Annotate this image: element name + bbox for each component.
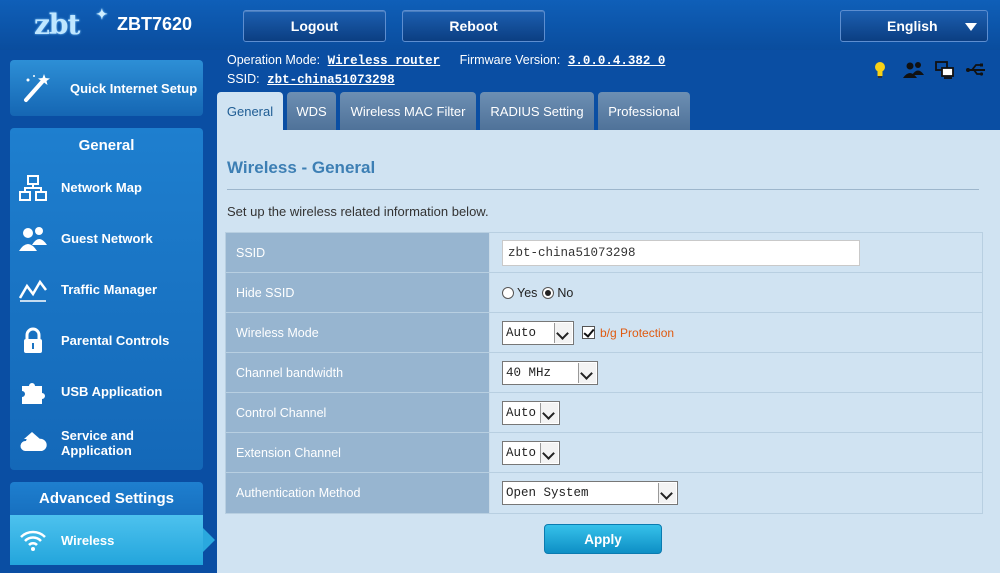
usb-icon[interactable] — [965, 60, 987, 80]
sidebar-item-label: Quick Internet Setup — [70, 80, 198, 96]
operation-mode-label: Operation Mode: — [227, 53, 321, 67]
network-map-icon — [18, 174, 48, 202]
chevron-down-icon — [540, 442, 558, 463]
wireless-mode-value: Auto — [506, 325, 537, 340]
bg-protection-label: b/g Protection — [600, 325, 675, 340]
control-channel-label: Control Channel — [226, 393, 490, 432]
tab-general[interactable]: General — [217, 92, 283, 130]
authentication-method-label: Authentication Method — [226, 473, 490, 513]
form-row-hide-ssid: Hide SSID Yes No — [226, 273, 982, 313]
lock-icon — [18, 327, 48, 355]
form-row-wireless-mode: Wireless Mode Auto b/g Protection — [226, 313, 982, 353]
tab-professional[interactable]: Professional — [598, 92, 690, 130]
hide-ssid-label: Hide SSID — [226, 273, 490, 312]
tab-radius-setting[interactable]: RADIUS Setting — [480, 92, 594, 130]
form-row-ssid: SSID zbt-china51073298 — [226, 233, 982, 273]
sidebar-item-network-map[interactable]: Network Map — [10, 162, 203, 213]
operation-mode-link[interactable]: Wireless router — [328, 54, 441, 68]
main-content: Wireless - General Set up the wireless r… — [217, 130, 1000, 573]
wifi-icon — [18, 526, 48, 554]
wireless-mode-label: Wireless Mode — [226, 313, 490, 352]
top-header: zbt ✦ ZBT7620 Logout Reboot English — [0, 0, 1000, 50]
firmware-version-link[interactable]: 3.0.0.4.382_0 — [568, 54, 666, 68]
hide-ssid-no-label: No — [557, 285, 574, 300]
sidebar-item-label: Guest Network — [61, 231, 153, 246]
sidebar-item-label: Wireless — [61, 532, 115, 548]
sidebar-item-quick-internet-setup[interactable]: Quick Internet Setup — [10, 60, 203, 116]
sidebar-group-general: General Network Map Guest Network Traffi… — [10, 128, 203, 470]
control-channel-select[interactable]: Auto — [502, 400, 560, 425]
star-icon: ✦ — [96, 7, 108, 23]
page-description: Set up the wireless related information … — [227, 204, 489, 219]
sidebar-group-title: General — [78, 137, 135, 154]
authentication-method-value: Open System — [506, 486, 589, 500]
sidebar-item-usb-application[interactable]: USB Application — [10, 366, 203, 417]
sidebar-item-traffic-manager[interactable]: Traffic Manager — [10, 264, 203, 315]
extension-channel-value: Auto — [506, 445, 537, 460]
guest-network-icon — [18, 225, 48, 253]
channel-bandwidth-select[interactable]: 40 MHz — [502, 360, 598, 385]
sidebar-item-label: Parental Controls — [61, 333, 170, 348]
traffic-manager-icon — [18, 276, 48, 304]
status-info-bar: Operation Mode: Wireless router Firmware… — [227, 52, 665, 90]
users-icon[interactable] — [903, 60, 925, 80]
language-label: English — [887, 18, 938, 34]
sidebar: Quick Internet Setup General Network Map — [0, 50, 216, 573]
chevron-down-icon — [578, 362, 596, 383]
form-row-control-channel: Control Channel Auto — [226, 393, 982, 433]
sidebar-item-label: Traffic Manager — [61, 282, 158, 297]
divider — [227, 189, 979, 190]
channel-bandwidth-value: 40 MHz — [506, 365, 552, 380]
sidebar-item-label: Service and Application — [61, 427, 134, 458]
reboot-button[interactable]: Reboot — [402, 10, 545, 42]
form-row-authentication-method: Authentication Method Open System — [226, 473, 982, 513]
brand-logo: zbt ✦ — [34, 7, 108, 42]
chevron-down-icon — [540, 402, 558, 423]
chevron-down-icon — [554, 322, 572, 343]
magic-wand-icon — [20, 72, 52, 104]
ssid-link[interactable]: zbt-china51073298 — [267, 73, 395, 87]
form-row-channel-bandwidth: Channel bandwidth 40 MHz — [226, 353, 982, 393]
wireless-settings-form: SSID zbt-china51073298 Hide SSID Yes No … — [225, 232, 983, 514]
sidebar-item-label: USB Application — [61, 384, 163, 399]
sidebar-item-service-and-application[interactable]: Service and Application — [10, 417, 203, 468]
network-icon[interactable] — [934, 60, 956, 80]
channel-bandwidth-label: Channel bandwidth — [226, 353, 490, 392]
tab-wds[interactable]: WDS — [287, 92, 336, 130]
language-select[interactable]: English — [840, 10, 988, 42]
ssid-input[interactable]: zbt-china51073298 — [502, 239, 860, 266]
brand-logo-text: zbt — [34, 8, 80, 41]
ssid-label: SSID: — [227, 72, 260, 86]
chevron-down-icon — [965, 23, 977, 31]
apply-button[interactable]: Apply — [544, 524, 662, 554]
chevron-down-icon — [658, 483, 676, 503]
sidebar-item-wireless[interactable]: Wireless — [10, 515, 215, 565]
bg-protection-checkbox[interactable] — [582, 326, 595, 339]
logout-button[interactable]: Logout — [243, 10, 386, 42]
ssid-row-label: SSID — [226, 233, 490, 272]
status-icons — [872, 60, 987, 80]
page-title: Wireless - General — [227, 158, 376, 177]
puzzle-icon — [18, 378, 48, 406]
hide-ssid-no-radio[interactable] — [542, 286, 555, 299]
wireless-mode-select[interactable]: Auto — [502, 320, 574, 345]
sidebar-item-label: Network Map — [61, 180, 142, 195]
form-row-extension-channel: Extension Channel Auto — [226, 433, 982, 473]
authentication-method-select[interactable]: Open System — [502, 481, 678, 505]
sidebar-group-title: Advanced Settings — [38, 490, 175, 507]
control-channel-value: Auto — [506, 405, 537, 420]
firmware-version-label: Firmware Version: — [459, 53, 561, 67]
sidebar-item-parental-controls[interactable]: Parental Controls — [10, 315, 203, 366]
sidebar-item-guest-network[interactable]: Guest Network — [10, 213, 203, 264]
light-bulb-icon[interactable] — [872, 60, 894, 80]
hide-ssid-yes-radio[interactable] — [502, 286, 514, 299]
extension-channel-label: Extension Channel — [226, 433, 490, 472]
extension-channel-select[interactable]: Auto — [502, 440, 560, 465]
cloud-icon — [18, 429, 48, 457]
hide-ssid-yes-label: Yes — [517, 285, 538, 300]
tab-wireless-mac-filter[interactable]: Wireless MAC Filter — [340, 92, 476, 130]
model-name: ZBT7620 — [117, 14, 193, 34]
